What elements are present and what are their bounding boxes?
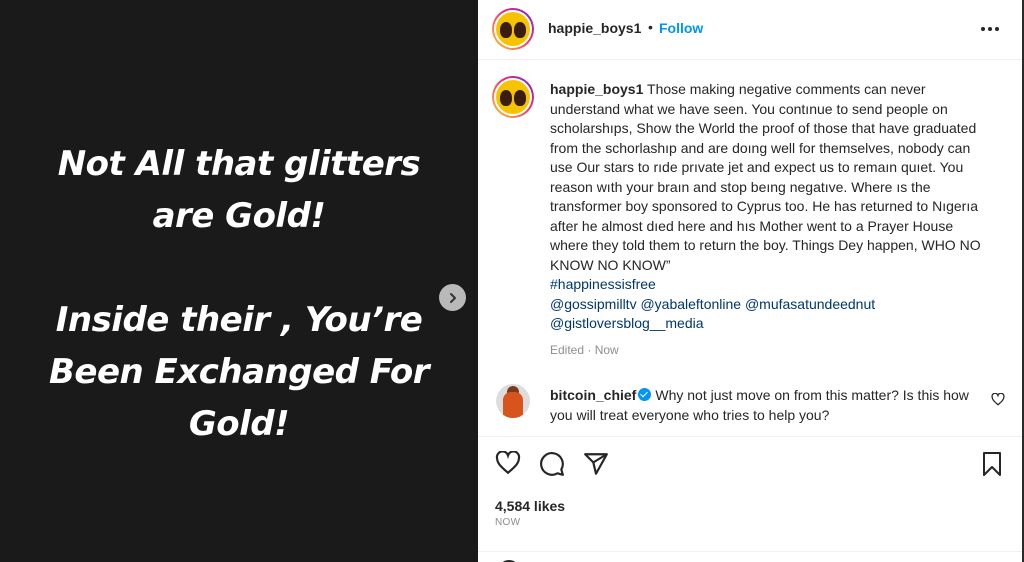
caption-hashtag[interactable]: #happinessisfree	[550, 276, 656, 292]
more-options-button[interactable]	[978, 20, 1002, 38]
share-icon[interactable]	[583, 451, 609, 477]
post-media: Not All that glitters are Gold! Inside t…	[0, 0, 478, 562]
caption-avatar[interactable]	[492, 76, 534, 118]
post-caption: happie_boys1 Those making negative comme…	[550, 80, 990, 334]
comment: bitcoin_chief Why not just move on from t…	[550, 385, 970, 425]
media-text: Not All that glitters are Gold! Inside t…	[0, 138, 478, 450]
add-comment-bar	[478, 551, 1022, 562]
next-arrow-icon	[449, 292, 456, 303]
comment-avatar[interactable]	[496, 384, 530, 418]
caption-username[interactable]: happie_boys1	[550, 81, 643, 97]
heart-icon[interactable]	[495, 451, 521, 475]
likes-count[interactable]: 4,584 likes	[495, 498, 565, 514]
caption-mentions-1[interactable]: @gossipmilltv @yabaleftonline @mufasatun…	[550, 296, 875, 312]
next-media-button[interactable]	[439, 284, 466, 311]
media-line-4: Been Exchanged For	[48, 352, 430, 392]
media-line-5: Gold!	[188, 404, 290, 444]
bookmark-icon[interactable]	[980, 451, 1004, 477]
more-options-icon	[981, 27, 999, 31]
media-line-1: Not All that glitters	[57, 144, 421, 184]
header-avatar[interactable]	[492, 8, 534, 50]
edited-label: Edited · Now	[550, 343, 619, 357]
header-username[interactable]: happie_boys1	[548, 20, 641, 36]
post-panel: happie_boys1 • Follow happie_boys1 Those…	[478, 0, 1022, 562]
media-line-3: Inside their , You’re	[55, 300, 423, 340]
media-line-2: are Gold!	[152, 196, 326, 236]
comment-username[interactable]: bitcoin_chief	[550, 387, 636, 403]
action-bar: 4,584 likes NOW	[478, 436, 1022, 562]
separator-dot: •	[648, 19, 653, 35]
caption-mentions-2[interactable]: @gistloversblog__media	[550, 315, 704, 331]
follow-button[interactable]: Follow	[659, 20, 703, 36]
verified-icon	[638, 388, 652, 401]
post-time: NOW	[495, 517, 521, 528]
comment-icon[interactable]	[539, 451, 565, 477]
post-header: happie_boys1 • Follow	[478, 0, 1022, 60]
caption-text: Those making negative comments can never…	[550, 81, 981, 273]
comment-like-icon[interactable]	[991, 393, 1005, 406]
